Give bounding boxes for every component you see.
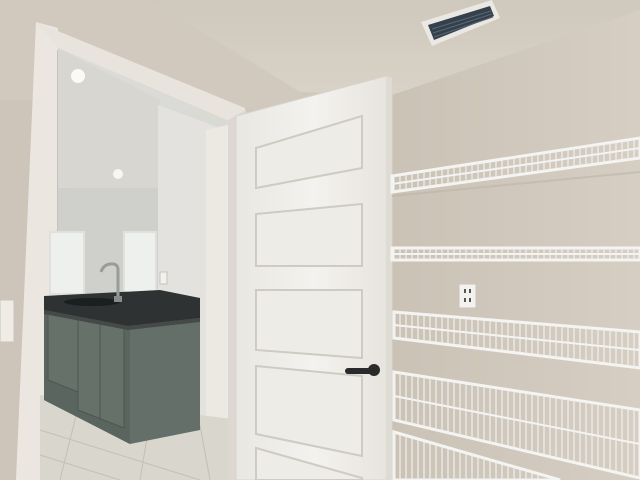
power-outlet-icon bbox=[458, 283, 477, 309]
light-switch-icon[interactable] bbox=[0, 299, 15, 343]
pantry-door[interactable] bbox=[235, 75, 393, 480]
window bbox=[49, 231, 85, 295]
sink-basin bbox=[64, 298, 120, 306]
ceiling-light bbox=[113, 169, 123, 179]
door-panels bbox=[255, 114, 363, 480]
light-switch-icon bbox=[159, 271, 168, 285]
pantry-photo bbox=[0, 0, 640, 480]
pantry-scene bbox=[0, 0, 640, 480]
window bbox=[123, 231, 157, 295]
ceiling-light bbox=[71, 69, 85, 83]
